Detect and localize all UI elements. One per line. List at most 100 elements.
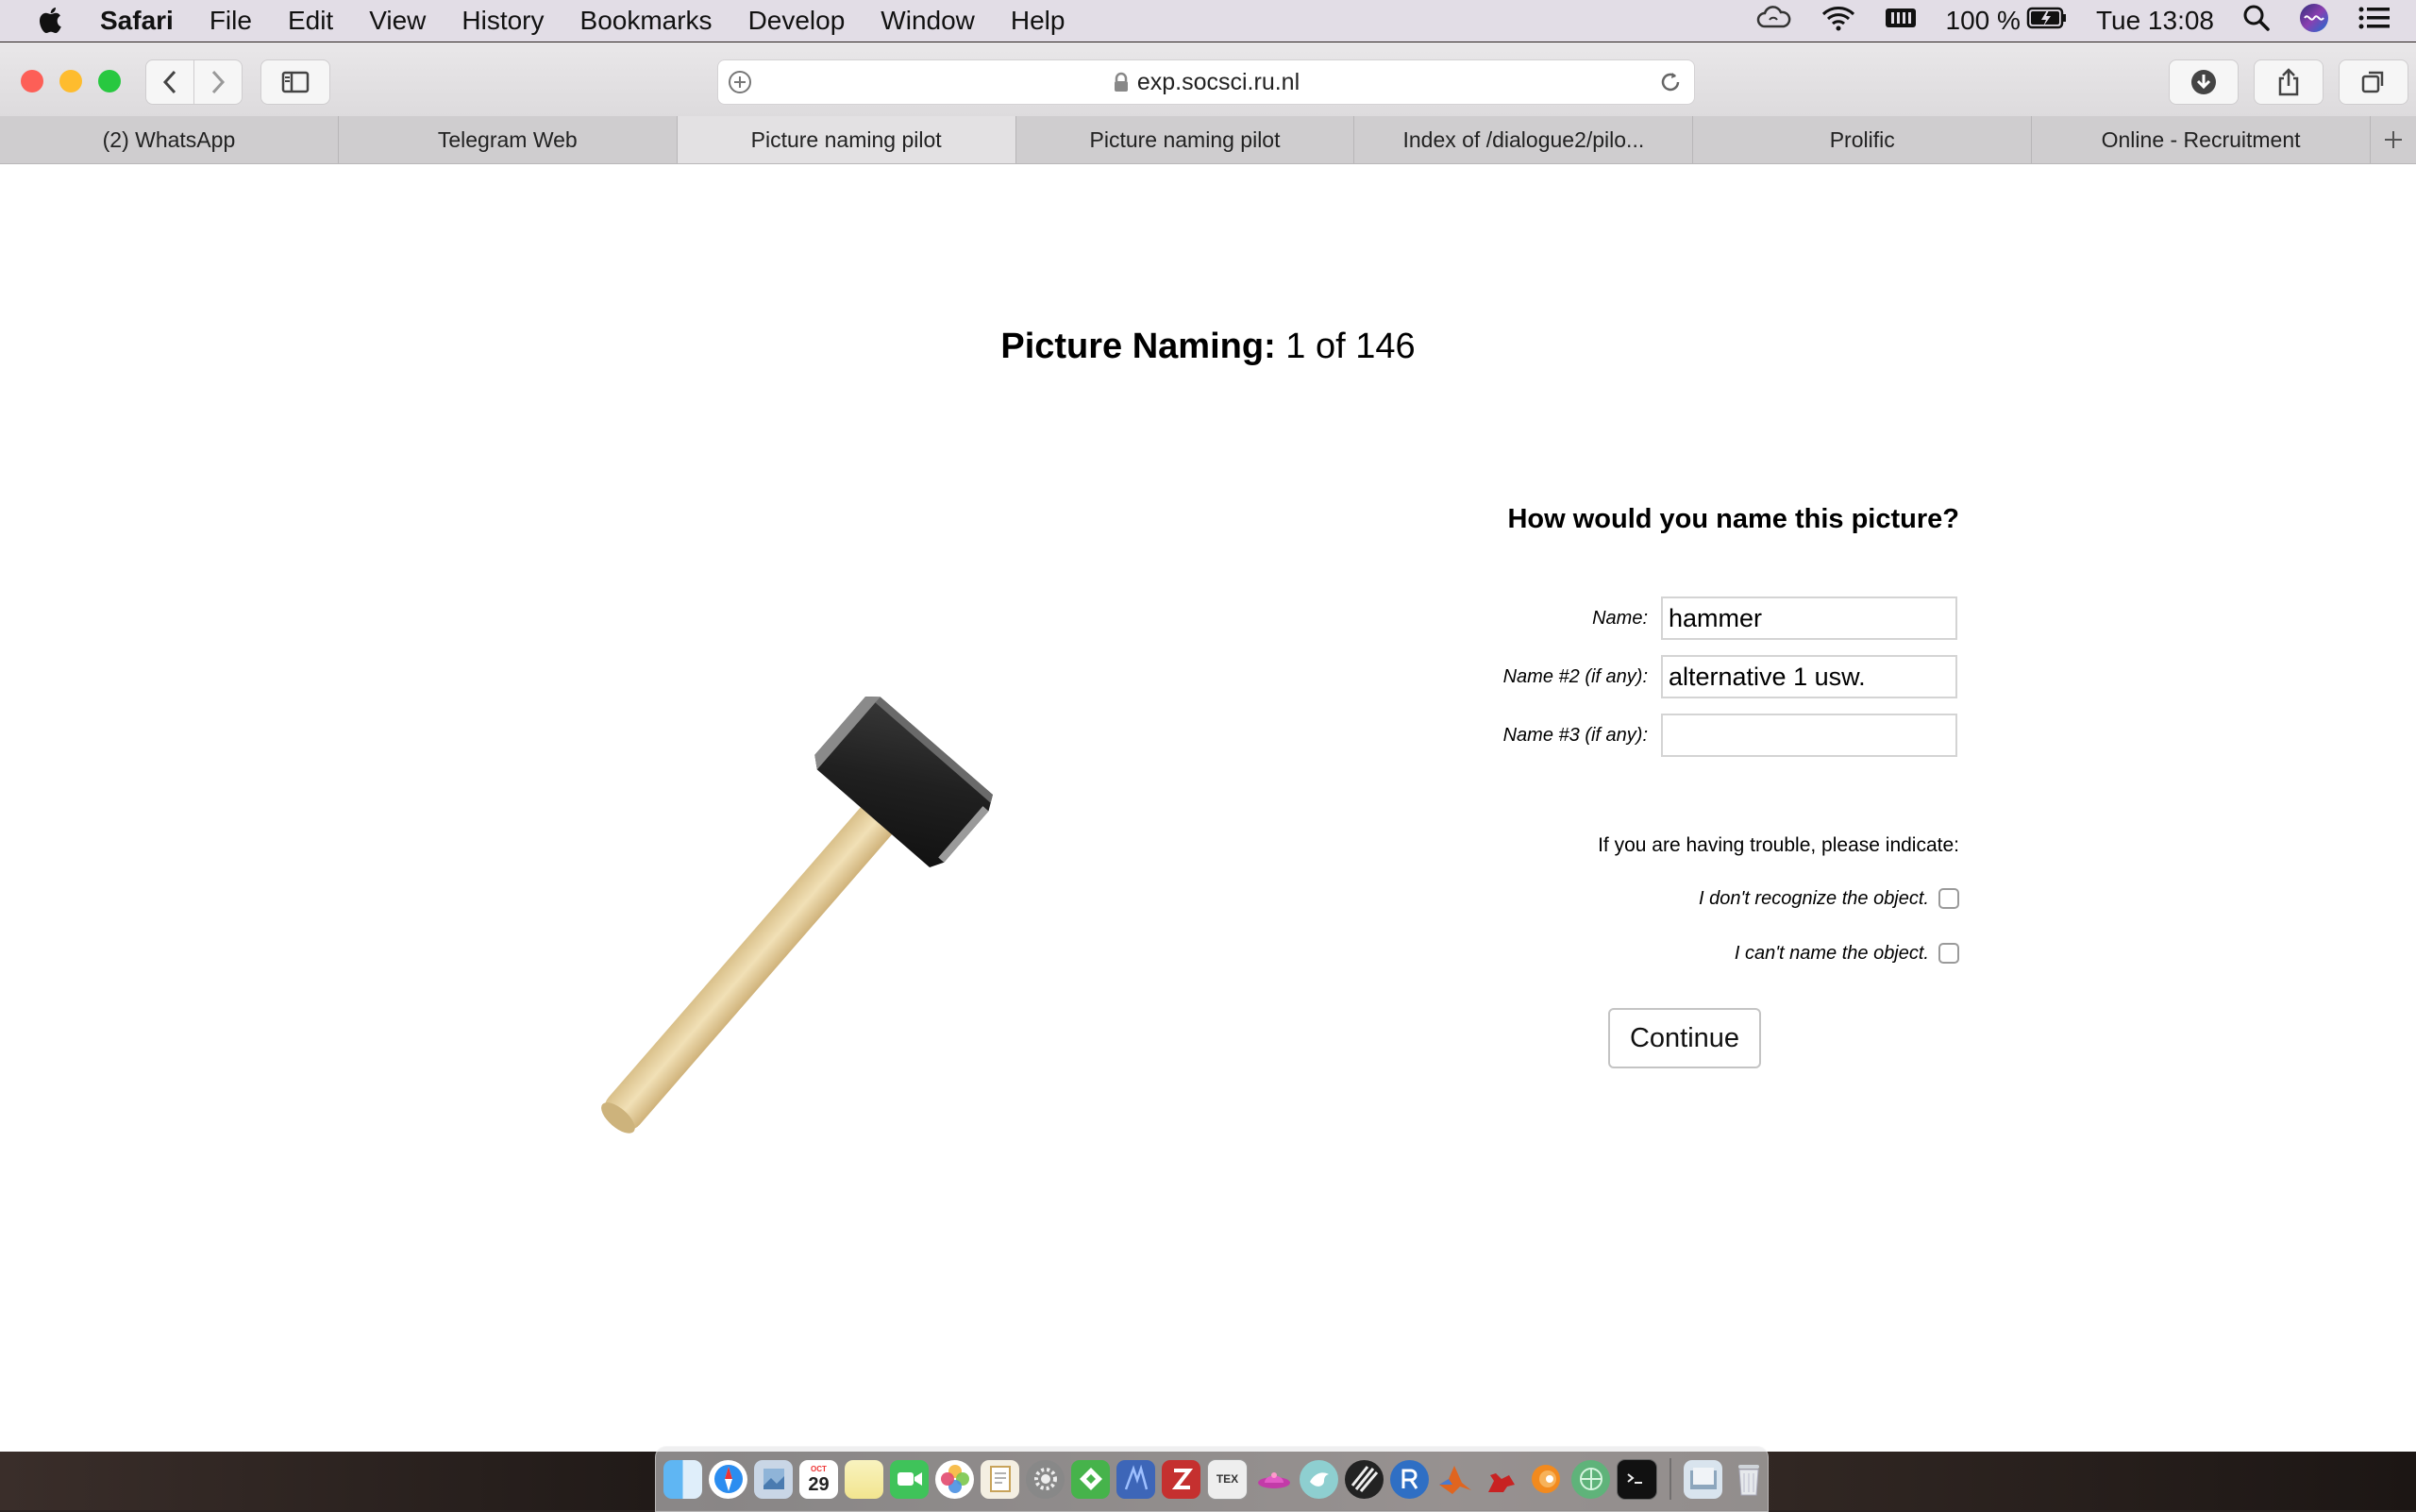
cant-name-option-label: I can't name the object. [1734,942,1929,964]
notification-center-icon[interactable] [2357,6,2391,37]
name-input[interactable] [1661,596,1957,640]
trial-progress: 1 of 146 [1285,327,1416,366]
matlab-icon[interactable] [1435,1460,1474,1499]
menu-bookmarks[interactable]: Bookmarks [580,6,713,36]
tab-online-recruitment[interactable]: Online - Recruitment [2032,116,2372,163]
close-window-button[interactable] [21,70,43,92]
tab-picture-naming-pilot[interactable]: Picture naming pilot [1016,116,1355,163]
wifi-icon[interactable] [1821,5,1855,38]
calendar-month: OCT [811,1464,827,1473]
menu-view[interactable]: View [369,6,426,36]
menu-file[interactable]: File [210,6,252,36]
sidebar-icon [281,71,310,93]
add-bookmark-icon[interactable] [728,70,752,101]
browser-window: exp.socsci.ru.nl (2) WhatsApp Telegram W… [0,42,2416,1452]
unrecognized-option-row: I don't recognize the object. [1699,884,1959,913]
downloads-stack-icon[interactable] [1684,1459,1722,1499]
zotero-icon[interactable] [1162,1459,1200,1499]
menu-help[interactable]: Help [1011,6,1065,36]
back-button[interactable] [145,59,194,105]
url-text: exp.socsci.ru.nl [1136,68,1300,95]
downloads-button[interactable] [2169,59,2239,105]
kangaroo-app-icon[interactable] [1481,1460,1519,1499]
reload-icon[interactable] [1658,70,1683,101]
cant-name-checkbox[interactable] [1938,943,1959,964]
striped-app-icon[interactable] [1345,1459,1384,1499]
system-preferences-icon[interactable] [1026,1459,1065,1499]
spotlight-search-icon[interactable] [2242,4,2271,39]
new-tab-button[interactable] [2371,116,2416,163]
minimize-window-button[interactable] [59,70,82,92]
photos-icon[interactable] [935,1459,974,1499]
apple-icon[interactable] [38,6,66,36]
menu-app-safari[interactable]: Safari [100,6,174,36]
chevron-left-icon [162,70,176,94]
shell-app-icon[interactable] [1526,1460,1565,1499]
kaleidoscope-icon[interactable] [1571,1459,1610,1499]
tab-picture-naming-pilot-active[interactable]: Picture naming pilot [677,116,1016,163]
forward-button[interactable] [193,59,243,105]
unrecognized-option-label: I don't recognize the object. [1699,887,1929,909]
tab-prolific[interactable]: Prolific [1693,116,2033,163]
memory-monitor-icon[interactable] [1884,5,1918,38]
preview-icon[interactable] [754,1459,793,1499]
menu-bar: Safari File Edit View History Bookmarks … [0,0,2416,42]
share-icon [2278,68,2299,96]
chevron-right-icon [211,70,226,94]
dock: OCT 29 TEX [655,1446,1769,1512]
calendar-icon[interactable]: OCT 29 [799,1459,838,1499]
name2-label: Name #2 (if any): [1502,665,1648,687]
battery-charging-icon[interactable] [2026,6,2068,36]
notebook-icon[interactable] [981,1459,1019,1499]
share-button[interactable] [2254,59,2324,105]
unrecognized-checkbox[interactable] [1938,888,1959,909]
facetime-icon[interactable] [890,1459,929,1499]
menu-history[interactable]: History [461,6,544,36]
texshop-icon[interactable]: TEX [1207,1458,1248,1500]
tab-overview-button[interactable] [2339,59,2408,105]
name2-row: Name #2 (if any): [1503,653,1957,700]
tab-index-dialogue2[interactable]: Index of /dialogue2/pilo... [1354,116,1694,163]
page-title-label: Picture Naming: [1000,327,1276,366]
creative-cloud-icon[interactable] [1755,5,1793,37]
terminal-icon[interactable] [1617,1458,1657,1500]
continue-button[interactable]: Continue [1608,1008,1761,1068]
page-title: Picture Naming: 1 of 146 [0,327,2416,367]
web-page: Picture Naming: 1 of 146 How would you n… [0,164,2416,1452]
tab-telegram-web[interactable]: Telegram Web [339,116,678,163]
name-label: Name: [1592,607,1648,629]
name3-input[interactable] [1661,714,1957,757]
menu-window[interactable]: Window [881,6,975,36]
hammer-image [601,697,993,1134]
bird-app-icon[interactable] [1300,1459,1338,1499]
tab-whatsapp[interactable]: (2) WhatsApp [0,116,339,163]
menu-develop[interactable]: Develop [748,6,846,36]
menu-edit[interactable]: Edit [288,6,333,36]
calendar-day: 29 [808,1473,830,1495]
address-bar[interactable]: exp.socsci.ru.nl [717,59,1695,105]
menubar-clock[interactable]: Tue 13:08 [2096,6,2214,36]
cant-name-option-row: I can't name the object. [1735,939,1959,967]
siri-icon[interactable] [2299,3,2329,40]
sidebar-toggle-button[interactable] [260,59,330,105]
notes-icon[interactable] [845,1459,883,1499]
lock-icon [1113,72,1130,92]
dock-separator [1669,1458,1671,1500]
plus-icon [2385,131,2402,148]
name3-label: Name #3 (if any): [1502,724,1648,746]
tab-bar: (2) WhatsApp Telegram Web Picture naming… [0,116,2416,164]
safari-icon[interactable] [709,1459,747,1499]
zoom-window-button[interactable] [98,70,121,92]
download-icon [2191,70,2216,94]
finder-icon[interactable] [663,1459,702,1499]
hat-app-icon[interactable] [1254,1460,1293,1499]
naming-question: How would you name this picture? [1507,504,1959,534]
name2-input[interactable] [1661,655,1957,698]
browser-toolbar: exp.socsci.ru.nl [0,42,2416,117]
feedly-icon[interactable] [1071,1459,1110,1499]
r-language-icon[interactable] [1390,1459,1429,1499]
trash-icon[interactable] [1729,1460,1768,1499]
battery-percentage[interactable]: 100 % [1946,6,2021,36]
zotero-connector-icon[interactable] [1116,1459,1155,1499]
name3-row: Name #3 (if any): [1503,712,1957,759]
